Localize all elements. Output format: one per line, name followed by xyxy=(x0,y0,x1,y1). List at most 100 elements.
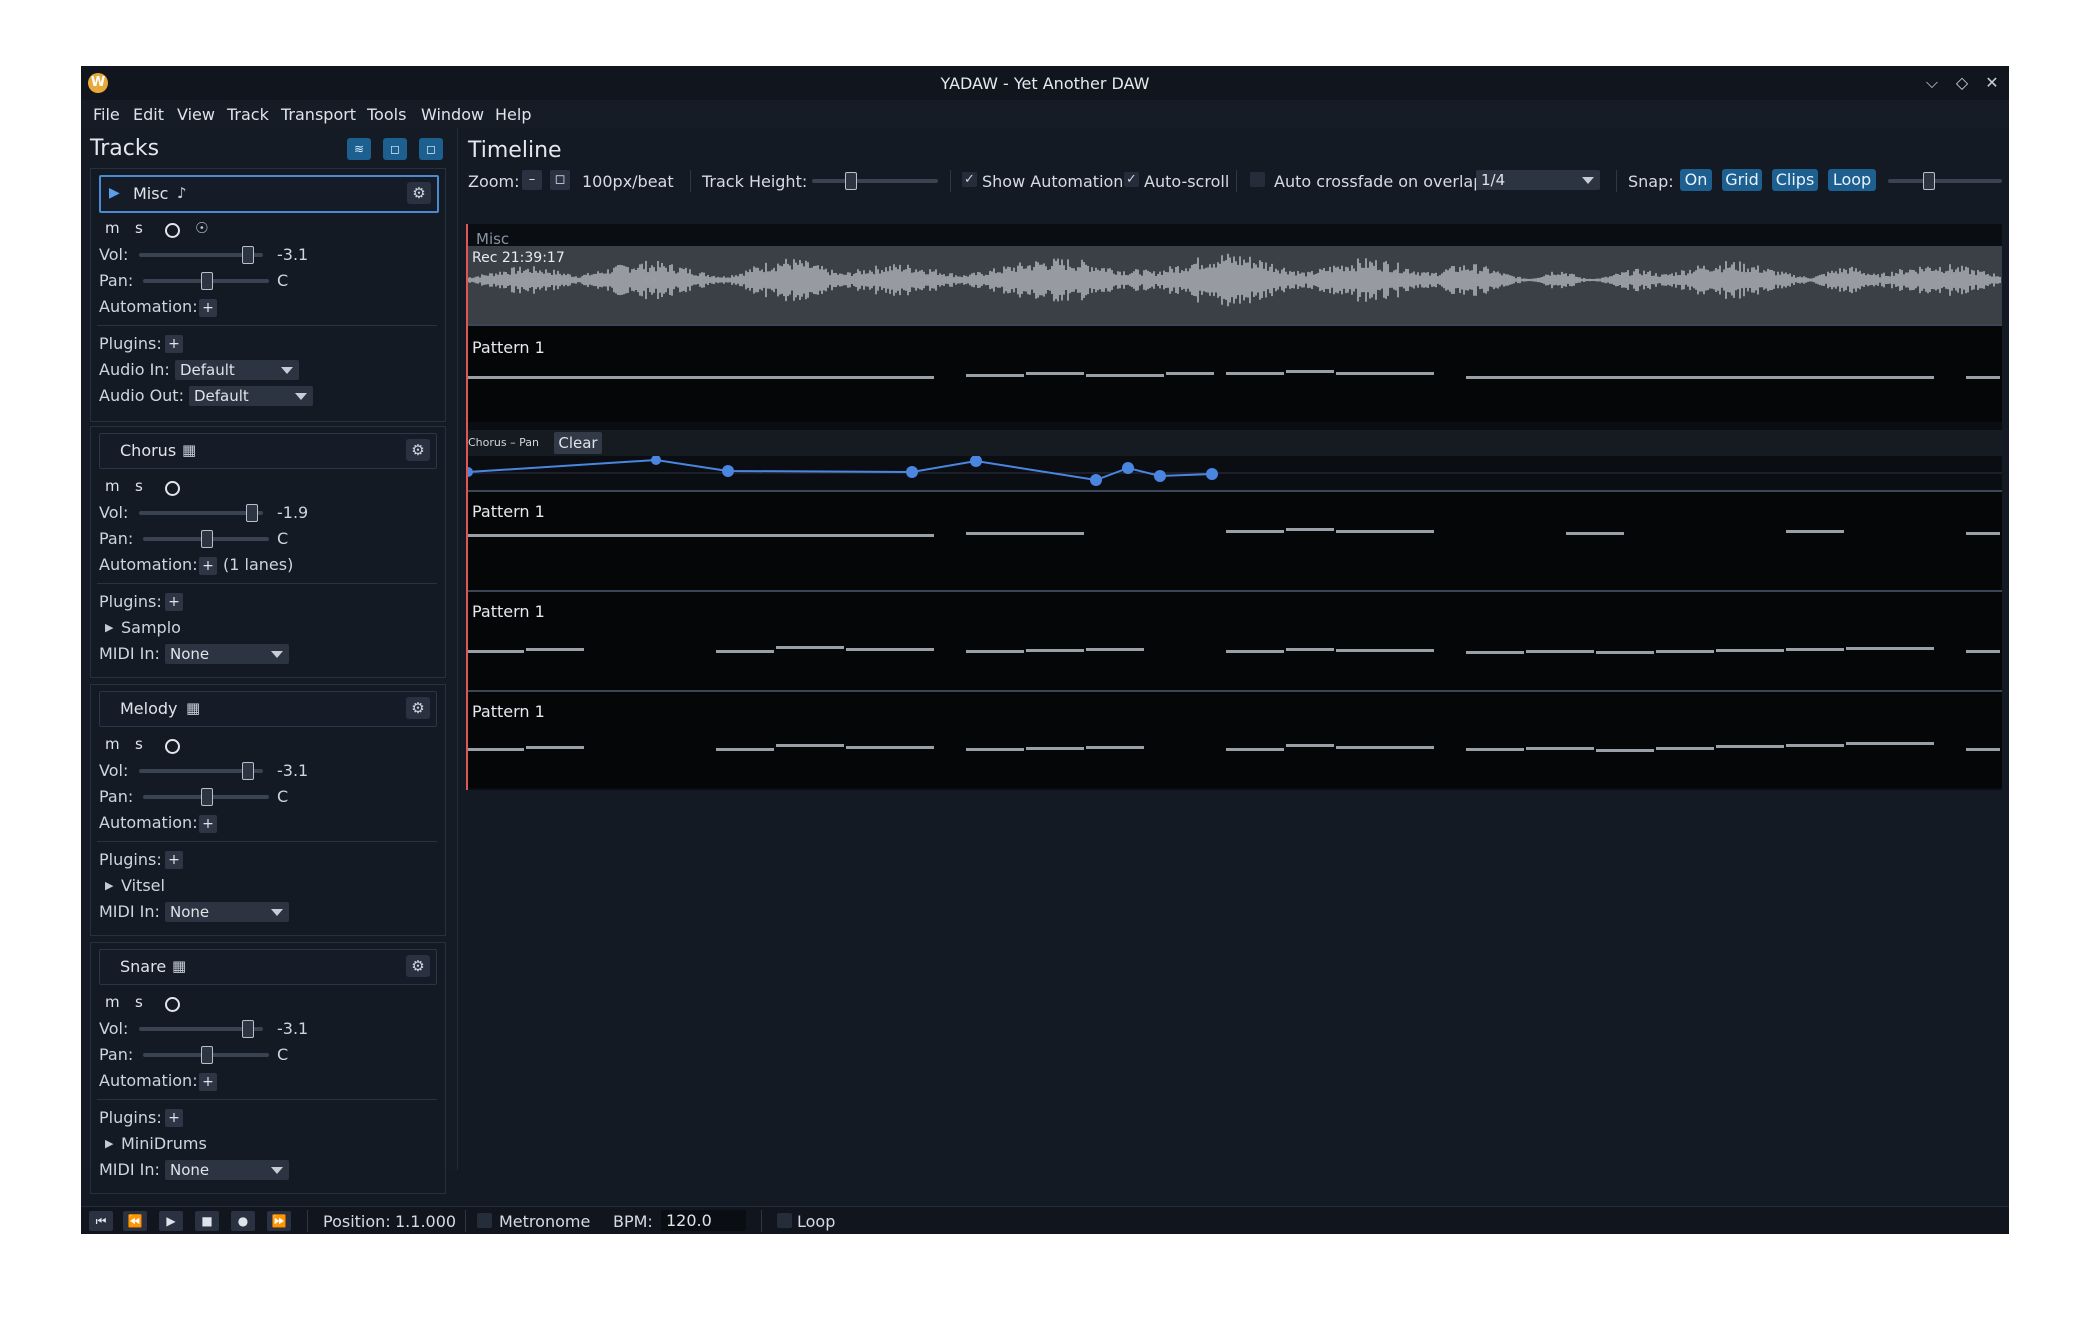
volume-slider[interactable] xyxy=(139,762,263,780)
track-header-misc[interactable]: ▶ Misc ♪ ⚙ xyxy=(99,175,439,213)
playhead[interactable] xyxy=(466,224,468,790)
snap-on-button[interactable]: On xyxy=(1680,169,1712,191)
solo-button[interactable]: s xyxy=(135,735,143,753)
volume-slider-thumb[interactable] xyxy=(241,1020,254,1038)
gear-icon[interactable]: ⚙ xyxy=(407,182,431,204)
pan-slider[interactable] xyxy=(143,1046,269,1064)
grid-select[interactable]: 1/4 xyxy=(1476,170,1600,190)
track-height-slider-thumb[interactable] xyxy=(844,172,857,190)
add-bus-track-button[interactable]: ◻ xyxy=(419,138,443,160)
menu-help[interactable]: Help xyxy=(495,105,531,124)
snap-strength-slider[interactable] xyxy=(1888,172,2002,190)
go-to-start-icon[interactable]: ⏮ xyxy=(89,1211,113,1231)
snap-clips-button[interactable]: Clips xyxy=(1772,169,1818,191)
add-automation-button[interactable]: + xyxy=(199,557,217,575)
snap-strength-slider-thumb[interactable] xyxy=(1922,172,1935,190)
plugin-name[interactable]: MiniDrums xyxy=(121,1134,207,1153)
pattern-clip-4[interactable]: Pattern 1 xyxy=(466,692,2002,788)
add-instrument-track-button[interactable]: ≋ xyxy=(347,138,371,160)
zoom-out-button[interactable]: – xyxy=(522,170,542,190)
automation-lane[interactable] xyxy=(463,455,2002,490)
pattern-clip-1[interactable]: Pattern 1 xyxy=(466,326,2002,422)
add-plugin-button[interactable]: + xyxy=(165,851,183,869)
volume-slider-thumb[interactable] xyxy=(241,762,254,780)
auto-scroll-checkbox[interactable]: ✓ xyxy=(1124,172,1139,187)
volume-slider-thumb[interactable] xyxy=(245,504,258,522)
bpm-input[interactable]: 120.0 xyxy=(661,1210,746,1231)
pan-slider[interactable] xyxy=(143,272,269,290)
expand-triangle-icon[interactable]: ▶ xyxy=(105,879,113,892)
menu-window[interactable]: Window xyxy=(421,105,484,124)
record-arm-button[interactable] xyxy=(165,223,180,238)
pan-slider[interactable] xyxy=(143,530,269,548)
record-arm-button[interactable] xyxy=(165,739,180,754)
add-plugin-button[interactable]: + xyxy=(165,1109,183,1127)
close-icon[interactable]: ✕ xyxy=(1979,70,2005,96)
plugin-name[interactable]: Vitsel xyxy=(121,876,165,895)
track-header-melody[interactable]: Melody ▦ ⚙ xyxy=(99,691,437,727)
menu-file[interactable]: File xyxy=(93,105,120,124)
menu-track[interactable]: Track xyxy=(227,105,269,124)
add-audio-track-button[interactable]: ◻ xyxy=(383,138,407,160)
solo-button[interactable]: s xyxy=(135,219,143,237)
mute-button[interactable]: m xyxy=(105,477,120,495)
midi-in-select[interactable]: None xyxy=(165,902,289,922)
pan-slider-thumb[interactable] xyxy=(201,788,213,806)
menu-tools[interactable]: Tools xyxy=(367,105,406,124)
add-automation-button[interactable]: + xyxy=(199,1073,217,1091)
audio-out-select[interactable]: Default xyxy=(189,386,313,406)
rewind-icon[interactable]: ⏪ xyxy=(123,1211,147,1231)
minimize-icon[interactable]: ⌵ xyxy=(1919,70,1945,96)
volume-slider[interactable] xyxy=(139,246,263,264)
gear-icon[interactable]: ⚙ xyxy=(406,955,430,977)
track-header-snare[interactable]: Snare ▦ ⚙ xyxy=(99,949,437,985)
gear-icon[interactable]: ⚙ xyxy=(406,439,430,461)
timeline-tracks-area[interactable]: Misc Rec 21:39:17 Pattern 1 Chorus – Pan… xyxy=(463,224,2002,790)
midi-in-select[interactable]: None xyxy=(165,1160,289,1180)
record-arm-button[interactable] xyxy=(165,481,180,496)
mute-button[interactable]: m xyxy=(105,219,120,237)
audio-in-select[interactable]: Default xyxy=(175,360,299,380)
metronome-checkbox[interactable] xyxy=(477,1213,492,1228)
volume-slider-thumb[interactable] xyxy=(241,246,254,264)
maximize-icon[interactable]: ◇ xyxy=(1949,70,1975,96)
mute-button[interactable]: m xyxy=(105,735,120,753)
solo-button[interactable]: s xyxy=(135,477,143,495)
expand-triangle-icon[interactable]: ▶ xyxy=(105,621,113,634)
track-height-slider[interactable] xyxy=(812,172,938,190)
play-icon[interactable]: ▶ xyxy=(159,1211,183,1231)
fast-forward-icon[interactable]: ⏩ xyxy=(267,1211,291,1231)
record-icon[interactable]: ● xyxy=(231,1211,255,1231)
menu-transport[interactable]: Transport xyxy=(281,105,356,124)
clear-automation-button[interactable]: Clear xyxy=(554,432,602,454)
show-automation-checkbox[interactable]: ✓ xyxy=(962,172,977,187)
pan-slider-thumb[interactable] xyxy=(201,1046,213,1064)
zoom-fit-button[interactable]: ◻ xyxy=(550,170,570,190)
gear-icon[interactable]: ⚙ xyxy=(406,697,430,719)
pattern-clip-3[interactable]: Pattern 1 xyxy=(466,592,2002,690)
plugin-name[interactable]: Samplo xyxy=(121,618,181,637)
pan-slider-thumb[interactable] xyxy=(201,530,213,548)
monitor-icon[interactable]: ☉ xyxy=(195,219,208,237)
loop-checkbox[interactable] xyxy=(777,1213,792,1228)
add-automation-button[interactable]: + xyxy=(199,299,217,317)
auto-crossfade-checkbox[interactable] xyxy=(1250,172,1265,187)
add-plugin-button[interactable]: + xyxy=(165,593,183,611)
menu-edit[interactable]: Edit xyxy=(133,105,164,124)
snap-loop-button[interactable]: Loop xyxy=(1828,169,1876,191)
expand-triangle-icon[interactable]: ▶ xyxy=(105,1137,113,1150)
audio-clip[interactable]: Rec 21:39:17 xyxy=(467,246,2002,324)
pan-slider-thumb[interactable] xyxy=(201,272,213,290)
stop-icon[interactable]: ■ xyxy=(195,1211,219,1231)
menu-view[interactable]: View xyxy=(177,105,215,124)
midi-in-select[interactable]: None xyxy=(165,644,289,664)
snap-grid-button[interactable]: Grid xyxy=(1722,169,1762,191)
pan-slider[interactable] xyxy=(143,788,269,806)
record-arm-button[interactable] xyxy=(165,997,180,1012)
volume-slider[interactable] xyxy=(139,504,263,522)
add-plugin-button[interactable]: + xyxy=(165,335,183,353)
add-automation-button[interactable]: + xyxy=(199,815,217,833)
mute-button[interactable]: m xyxy=(105,993,120,1011)
pattern-clip-2[interactable]: Pattern 1 xyxy=(466,492,2002,590)
solo-button[interactable]: s xyxy=(135,993,143,1011)
